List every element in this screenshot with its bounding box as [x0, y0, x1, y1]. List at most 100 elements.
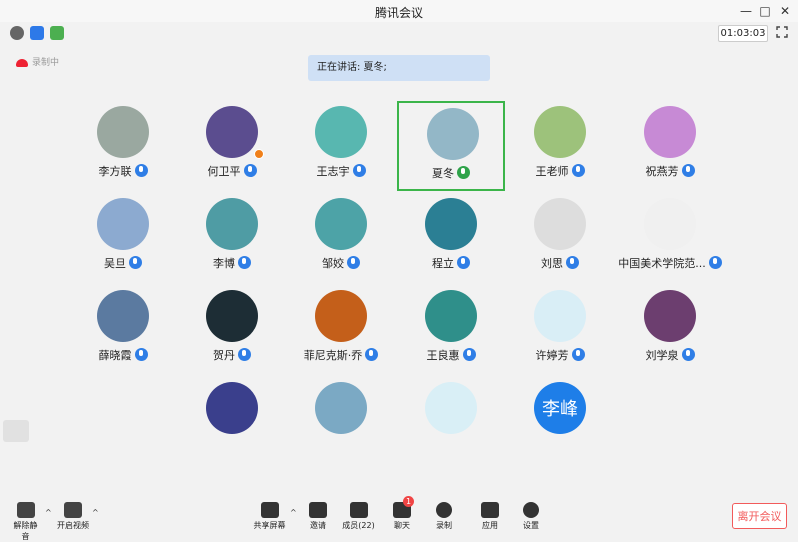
participant-name: 刘思 [541, 257, 563, 270]
microphone-icon [365, 348, 379, 361]
microphone-icon [134, 348, 148, 361]
record-button[interactable]: 录制 [432, 502, 456, 530]
members-button[interactable]: 成员(22) [341, 502, 376, 530]
unmute-button[interactable]: 解除静音 [10, 502, 41, 541]
participant-tile[interactable]: 贺丹 [178, 285, 286, 375]
mic-off-icon [16, 502, 35, 518]
participant-tile[interactable]: 薛晓霞 [69, 285, 177, 375]
share-label: 共享屏幕 [253, 521, 286, 530]
avatar [534, 198, 586, 250]
unmute-label: 解除静音 [13, 521, 38, 541]
avatar [315, 290, 367, 342]
participant-name: 吴旦 [104, 257, 126, 270]
title-bar: 腾讯会议 — □ ✕ [0, 0, 798, 22]
participant-name: 王老师 [535, 165, 569, 178]
participant-name: 王志宇 [316, 165, 350, 178]
participant-tile[interactable]: 王志宇 [287, 101, 395, 191]
meeting-timer: 01:03:03 [718, 25, 768, 42]
avatar [534, 290, 586, 342]
participant-tile[interactable]: 刘思 [506, 193, 614, 283]
participant-name-row: 许婷芳 [506, 347, 614, 363]
participant-tile[interactable]: 王良惠 [397, 285, 505, 375]
microphone-icon [462, 348, 476, 361]
chevron-up-icon[interactable]: ^ [92, 508, 99, 517]
participant-name-row: 吴旦 [69, 255, 177, 271]
side-panel-toggle-icon[interactable] [3, 420, 29, 442]
participant-tile[interactable]: 刘学泉 [616, 285, 724, 375]
fullscreen-icon[interactable] [776, 26, 788, 38]
recording-status: 录制中 [16, 55, 59, 68]
chat-label: 聊天 [394, 521, 410, 530]
avatar [425, 290, 477, 342]
chevron-up-icon[interactable]: ^ [45, 508, 52, 517]
video-button[interactable]: 开启视频 [57, 502, 89, 530]
settings-button[interactable]: 设置 [519, 502, 543, 530]
avatar [425, 198, 477, 250]
chevron-up-icon[interactable]: ^ [290, 508, 297, 517]
participant-name: 夏冬 [432, 167, 454, 180]
apps-icon [481, 502, 499, 518]
leave-meeting-button[interactable]: 离开会议 [732, 503, 787, 529]
participant-name-row: 薛晓霞 [69, 347, 177, 363]
microphone-icon [571, 348, 585, 361]
avatar: 李峰 [534, 382, 586, 434]
shield-icon[interactable] [30, 26, 44, 40]
maximize-icon[interactable]: □ [756, 2, 774, 20]
share-screen-button[interactable]: 共享屏幕 [252, 502, 287, 530]
participant-name-row: 贺丹 [178, 347, 286, 363]
recording-icon [16, 58, 28, 67]
participant-name-row: 王志宇 [287, 163, 395, 179]
apps-button[interactable]: 应用 [478, 502, 502, 530]
microphone-icon [352, 164, 366, 177]
participant-name-row: 王良惠 [397, 347, 505, 363]
participant-tile[interactable]: 何卫平 [178, 101, 286, 191]
settings-label: 设置 [523, 521, 539, 530]
signal-icon[interactable] [50, 26, 64, 40]
participant-name-row: 刘学泉 [616, 347, 724, 363]
minimize-icon[interactable]: — [737, 2, 755, 20]
participant-name-row: 程立 [397, 255, 505, 271]
invite-button[interactable]: 邀请 [305, 502, 331, 530]
avatar [425, 382, 477, 434]
microphone-icon [681, 164, 695, 177]
participant-tile[interactable] [287, 377, 395, 467]
participant-tile[interactable] [397, 377, 505, 467]
participant-tile[interactable]: 祝燕芳 [616, 101, 724, 191]
participant-tile[interactable]: 吴旦 [69, 193, 177, 283]
avatar [644, 290, 696, 342]
participant-tile[interactable] [178, 377, 286, 467]
participant-tile[interactable]: 程立 [397, 193, 505, 283]
participant-tile[interactable]: 邹姣 [287, 193, 395, 283]
video-off-icon [64, 502, 82, 518]
participant-tile[interactable]: 王老师 [506, 101, 614, 191]
avatar [206, 290, 258, 342]
record-icon [436, 502, 452, 518]
microphone-icon [571, 164, 585, 177]
close-icon[interactable]: ✕ [776, 2, 794, 20]
avatar [315, 106, 367, 158]
avatar [97, 106, 149, 158]
microphone-icon [134, 164, 148, 177]
participant-name-row: 王老师 [506, 163, 614, 179]
chat-button[interactable]: 1 聊天 [390, 496, 414, 530]
microphone-icon [347, 256, 360, 269]
participant-name: 刘学泉 [645, 349, 679, 362]
participant-tile[interactable]: 夏冬 [397, 101, 505, 191]
participant-tile[interactable]: 中国美术学院范... [616, 193, 724, 283]
participant-tile[interactable]: 许婷芳 [506, 285, 614, 375]
recording-label: 录制中 [32, 58, 60, 68]
microphone-icon [566, 256, 579, 269]
info-icon[interactable] [10, 26, 24, 40]
participant-tile[interactable]: 李方联 [69, 101, 177, 191]
avatar [206, 106, 258, 158]
invite-label: 邀请 [310, 521, 326, 530]
avatar [427, 108, 479, 160]
participant-tile[interactable]: 李峰 [506, 377, 614, 467]
participant-name: 何卫平 [207, 165, 241, 178]
participant-tile[interactable]: 菲尼克斯·乔 [287, 285, 395, 375]
participant-name: 薛晓霞 [98, 349, 132, 362]
host-badge-icon [254, 149, 264, 159]
participant-name: 王良惠 [426, 349, 460, 362]
participant-name: 邹姣 [322, 257, 344, 270]
participant-tile[interactable]: 李博 [178, 193, 286, 283]
